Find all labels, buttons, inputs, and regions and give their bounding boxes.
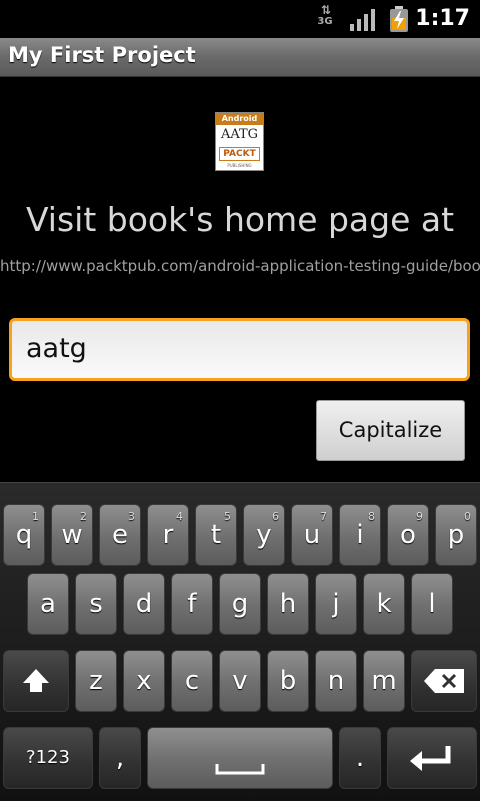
network-3g-icon: ⇅ 3G: [317, 3, 333, 27]
shift-icon: [23, 669, 49, 692]
key-k[interactable]: k: [363, 573, 405, 635]
key-q[interactable]: 1q: [3, 504, 45, 566]
status-bar: ⇅ 3G 1:17: [0, 0, 480, 38]
key-sub-label: 2: [80, 510, 87, 523]
key-f[interactable]: f: [171, 573, 213, 635]
key-u[interactable]: 7u: [291, 504, 333, 566]
backspace-key[interactable]: [411, 650, 477, 712]
key-j[interactable]: j: [315, 573, 357, 635]
key-i[interactable]: 8i: [339, 504, 381, 566]
key-a[interactable]: a: [27, 573, 69, 635]
book-url-link[interactable]: http://www.packtpub.com/android-applicat…: [0, 257, 480, 275]
logo-band-text: Android: [221, 114, 258, 123]
book-cover-logo: Android AATG PACKT PUBLISHING: [215, 112, 264, 171]
app-title: My First Project: [8, 43, 196, 67]
key-sub-label: 6: [272, 510, 279, 523]
key-v[interactable]: v: [219, 650, 261, 712]
key-sub-label: 4: [176, 510, 183, 523]
soft-keyboard: 1q 2w 3e 4r 5t 6y 7u 8i 9o 0p a s d f g …: [0, 482, 480, 801]
key-z[interactable]: z: [75, 650, 117, 712]
key-c[interactable]: c: [171, 650, 213, 712]
key-s[interactable]: s: [75, 573, 117, 635]
logo-publisher: PACKT: [219, 147, 260, 161]
logo-subtitle: PUBLISHING: [227, 163, 252, 168]
key-label: o: [400, 520, 416, 550]
logo-title: AATG: [220, 127, 259, 142]
key-label: q: [15, 520, 33, 550]
key-o[interactable]: 9o: [387, 504, 429, 566]
key-x[interactable]: x: [123, 650, 165, 712]
key-label: p: [447, 520, 465, 550]
enter-icon: [410, 746, 451, 771]
clock: 1:17: [415, 6, 470, 31]
key-n[interactable]: n: [315, 650, 357, 712]
key-t[interactable]: 5t: [195, 504, 237, 566]
app-title-bar: My First Project: [0, 38, 480, 77]
key-sub-label: 8: [368, 510, 375, 523]
key-label: i: [356, 520, 364, 550]
signal-icon: [350, 9, 375, 31]
key-label: t: [210, 520, 222, 550]
key-w[interactable]: 2w: [51, 504, 93, 566]
key-sub-label: 3: [128, 510, 135, 523]
key-y[interactable]: 6y: [243, 504, 285, 566]
key-d[interactable]: d: [123, 573, 165, 635]
key-sub-label: 9: [416, 510, 423, 523]
key-label: r: [162, 520, 174, 550]
text-input-value: aatg: [26, 333, 87, 364]
backspace-icon: [424, 669, 464, 693]
key-sub-label: 1: [32, 510, 39, 523]
key-label: u: [303, 520, 321, 550]
key-h[interactable]: h: [267, 573, 309, 635]
text-input[interactable]: aatg: [9, 318, 470, 381]
key-label: e: [112, 520, 128, 550]
space-icon: [215, 764, 265, 775]
visit-heading: Visit book's home page at: [25, 200, 455, 239]
key-b[interactable]: b: [267, 650, 309, 712]
key-sub-label: 7: [320, 510, 327, 523]
period-key[interactable]: .: [339, 727, 381, 789]
key-sub-label: 0: [464, 510, 471, 523]
space-key[interactable]: [147, 727, 333, 789]
key-p[interactable]: 0p: [435, 504, 477, 566]
key-e[interactable]: 3e: [99, 504, 141, 566]
key-l[interactable]: l: [411, 573, 453, 635]
key-m[interactable]: m: [363, 650, 405, 712]
battery-charging-icon: [390, 6, 408, 32]
comma-key[interactable]: ,: [99, 727, 141, 789]
key-sub-label: 5: [224, 510, 231, 523]
shift-key[interactable]: [3, 650, 69, 712]
enter-key[interactable]: [387, 727, 477, 789]
symbols-key[interactable]: ?123: [3, 727, 93, 789]
key-g[interactable]: g: [219, 573, 261, 635]
network-label: 3G: [317, 16, 333, 27]
key-r[interactable]: 4r: [147, 504, 189, 566]
capitalize-button[interactable]: Capitalize: [316, 400, 465, 461]
key-label: y: [256, 520, 272, 550]
